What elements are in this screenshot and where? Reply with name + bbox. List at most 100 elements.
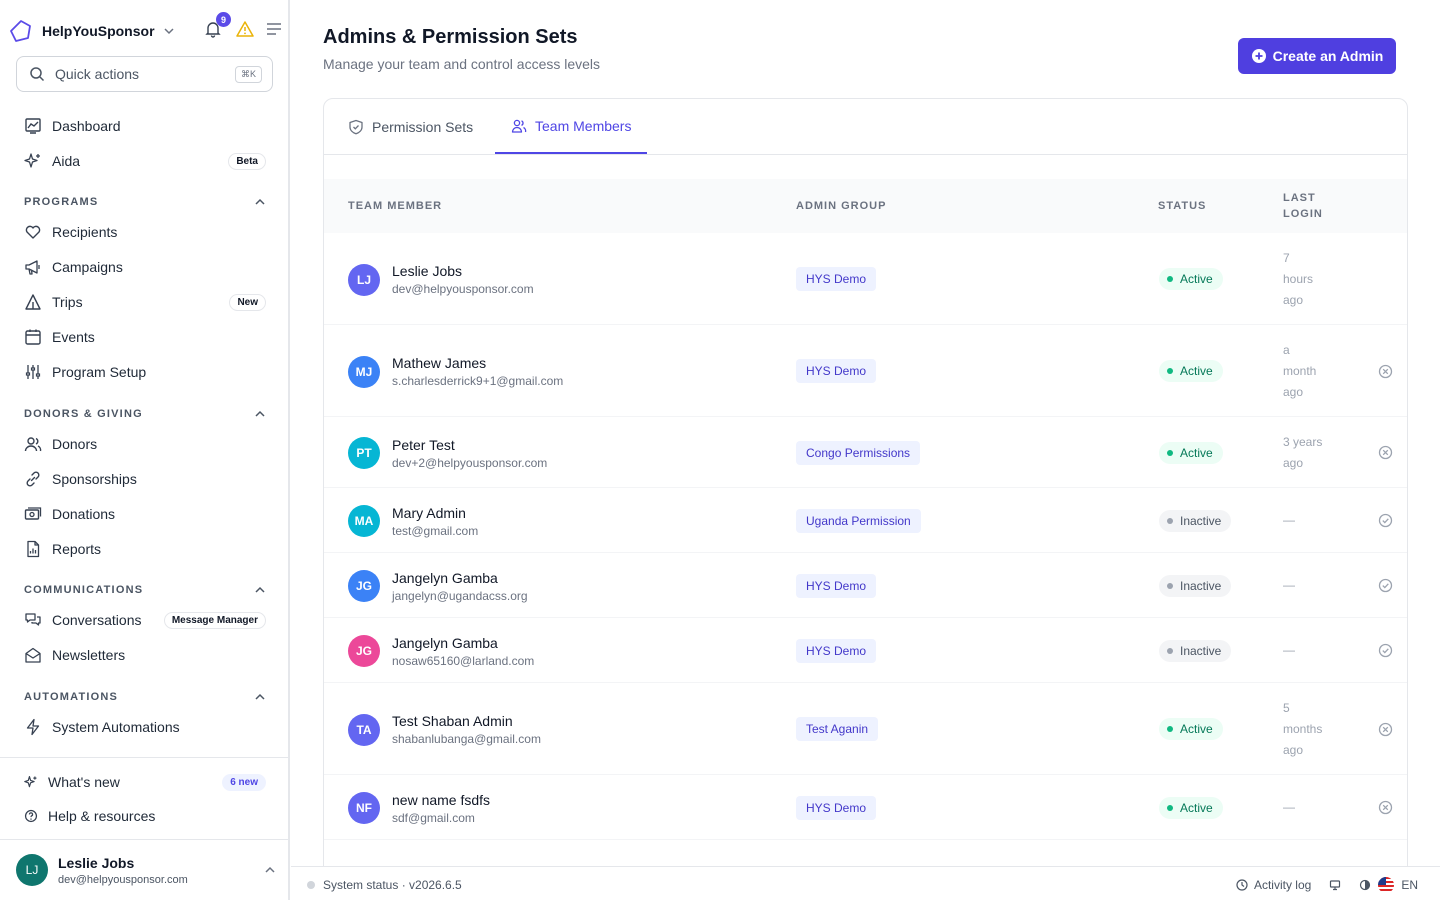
trip-tent-icon [25,294,41,310]
section-title: PROGRAMS [24,196,99,208]
member-name[interactable]: Mary Admin [392,505,478,521]
admin-group-badge[interactable]: HYS Demo [796,267,877,291]
envelope-open-icon [25,647,41,663]
page-title: Admins & Permission Sets [323,26,578,48]
language-selector[interactable]: EN [1401,878,1418,892]
sidebar-item-donors[interactable]: Donors [24,430,266,458]
monitor-icon[interactable] [1329,879,1341,891]
member-cell: TA Test Shaban Admin shabanlubanga@gmail.c… [348,713,541,746]
admin-group-badge[interactable]: HYS Demo [796,638,877,663]
us-flag-icon [1378,877,1395,893]
sidebar-item-help[interactable]: Help & resources [24,802,266,830]
collapse-menu-icon[interactable] [266,22,282,36]
table-header: TEAM MEMBER ADMIN GROUP STATUS LAST LOGI… [324,179,1407,233]
row-action-button[interactable] [1378,578,1393,593]
shield-check-icon [349,119,363,134]
table-row[interactable]: JG Jangelyn Gamba jangelyn@ugandacss.org HY… [324,553,1407,618]
member-name[interactable]: Leslie Jobs [392,263,534,279]
sidebar-item-dashboard[interactable]: Dashboard [24,112,266,140]
last-login-text: hours [1283,271,1314,286]
member-name[interactable]: Jangelyn Gamba [392,635,534,651]
tab-permission-sets[interactable]: Permission Sets [332,99,489,154]
member-cell: JG Jangelyn Gamba nosaw65160@larland.com [348,635,534,668]
warning-icon[interactable] [236,20,254,38]
sidebar-item-label: Campaigns [52,259,123,275]
sidebar-item-aida[interactable]: Aida Beta [24,147,266,175]
current-user-menu[interactable]: LJ Leslie Jobs dev@helpyousponsor.com [16,852,276,888]
member-name[interactable]: Test Shaban Admin [392,713,541,729]
brand-logo-icon [10,20,31,42]
quick-actions-search[interactable]: Quick actions ⌘K [16,56,273,92]
member-cell: PT Peter Test dev+2@helpyousponsor.com [348,437,547,470]
sidebar-item-system-automations[interactable]: System Automations [24,713,266,741]
sidebar-item-trips[interactable]: Trips New [24,288,266,316]
admin-group-badge[interactable]: HYS Demo [796,359,877,383]
footer-actions: Activity log EN [1236,876,1418,894]
sidebar-item-program-setup[interactable]: Program Setup [24,358,266,386]
deactivate-x-circle-icon [1378,800,1393,815]
last-login-text: — [1283,578,1295,592]
status-dot [1167,368,1173,374]
member-name[interactable]: Peter Test [392,437,547,453]
sidebar-item-conversations[interactable]: Conversations Message Manager [24,606,266,634]
status-text: Active [1180,445,1213,460]
status-badge: Active [1159,796,1223,819]
sidebar-item-reports[interactable]: Reports [24,535,266,563]
section-automations[interactable]: AUTOMATIONS [24,689,266,705]
status-text: Active [1180,722,1213,736]
row-action-button[interactable] [1378,364,1393,379]
column-header-status[interactable]: STATUS [1158,200,1206,212]
column-header-group[interactable]: ADMIN GROUP [796,200,886,212]
admin-group-badge[interactable]: HYS Demo [796,573,877,598]
member-name[interactable]: Mathew James [392,355,563,371]
deactivate-x-circle-icon [1378,445,1393,460]
avatar: JG [348,570,380,602]
sidebar-item-newsletters[interactable]: Newsletters [24,641,266,669]
brand-switcher[interactable]: HelpYouSponsor 9 [8,12,281,46]
table-row[interactable]: PT Peter Test dev+2@helpyousponsor.com Cong… [324,417,1407,488]
column-header-last-login-line2[interactable]: LOGIN [1283,208,1323,220]
activity-log-link[interactable]: Activity log [1254,878,1311,892]
last-login-text: month [1283,363,1317,378]
table-row[interactable]: MA Mary Admin test@gmail.com Uganda Permiss… [324,488,1407,553]
column-header-member[interactable]: TEAM MEMBER [348,200,442,212]
table-row[interactable]: LJ Leslie Jobs dev@helpyousponsor.com HYS D… [324,233,1407,325]
system-status-text[interactable]: System status · v2026.6.5 [323,878,462,892]
section-communications[interactable]: COMMUNICATIONS [24,582,266,598]
sidebar-item-campaigns[interactable]: Campaigns [24,253,266,281]
admin-group-badge[interactable]: Test Aganin [796,717,879,741]
create-admin-button[interactable]: Create an Admin [1238,38,1396,74]
sidebar-item-sponsorships[interactable]: Sponsorships [24,465,266,493]
tab-bar: Permission Sets Team Members [324,99,1407,155]
row-action-button[interactable] [1378,445,1393,460]
table-row[interactable]: MJ Mathew James s.charlesderrick9+1@gmail.… [324,325,1407,417]
sidebar-item-whats-new[interactable]: What's new 6 new [24,768,266,796]
section-donors-giving[interactable]: DONORS & GIVING [24,406,266,422]
admin-group-badge[interactable]: HYS Demo [796,795,877,820]
theme-toggle-icon[interactable] [1359,879,1371,891]
table-row[interactable]: NF new name fsdfs sdf@gmail.com HYS Demo Act… [324,775,1407,840]
member-name[interactable]: Jangelyn Gamba [392,570,528,586]
row-action-button[interactable] [1378,722,1393,737]
row-action-button[interactable] [1378,643,1393,658]
table-row[interactable]: JG Jangelyn Gamba nosaw65160@larland.com HY… [324,618,1407,683]
section-title: DONORS & GIVING [24,408,143,420]
tab-team-members[interactable]: Team Members [495,99,648,154]
member-cell: MJ Mathew James s.charlesderrick9+1@gmail.… [348,355,563,388]
admin-group-badge[interactable]: Congo Permissions [796,440,921,465]
member-cell: MA Mary Admin test@gmail.com [348,505,478,538]
page-subtitle: Manage your team and control access leve… [323,56,601,72]
last-login-text: ago [1283,455,1304,470]
sidebar-item-events[interactable]: Events [24,323,266,351]
row-action-button[interactable] [1378,513,1393,528]
admin-group-badge[interactable]: Uganda Permission [796,508,921,533]
row-action-button[interactable] [1378,800,1393,815]
table-row[interactable]: TA Test Shaban Admin shabanlubanga@gmail.c… [324,683,1407,775]
column-header-last-login-line1[interactable]: LAST [1283,192,1316,204]
member-name[interactable]: new name fsdfs [392,792,490,808]
sidebar-item-recipients[interactable]: Recipients [24,218,266,246]
section-title: COMMUNICATIONS [24,584,144,596]
section-programs[interactable]: PROGRAMS [24,194,266,210]
last-login-text: 5 [1283,700,1290,715]
sidebar-item-donations[interactable]: Donations [24,500,266,528]
